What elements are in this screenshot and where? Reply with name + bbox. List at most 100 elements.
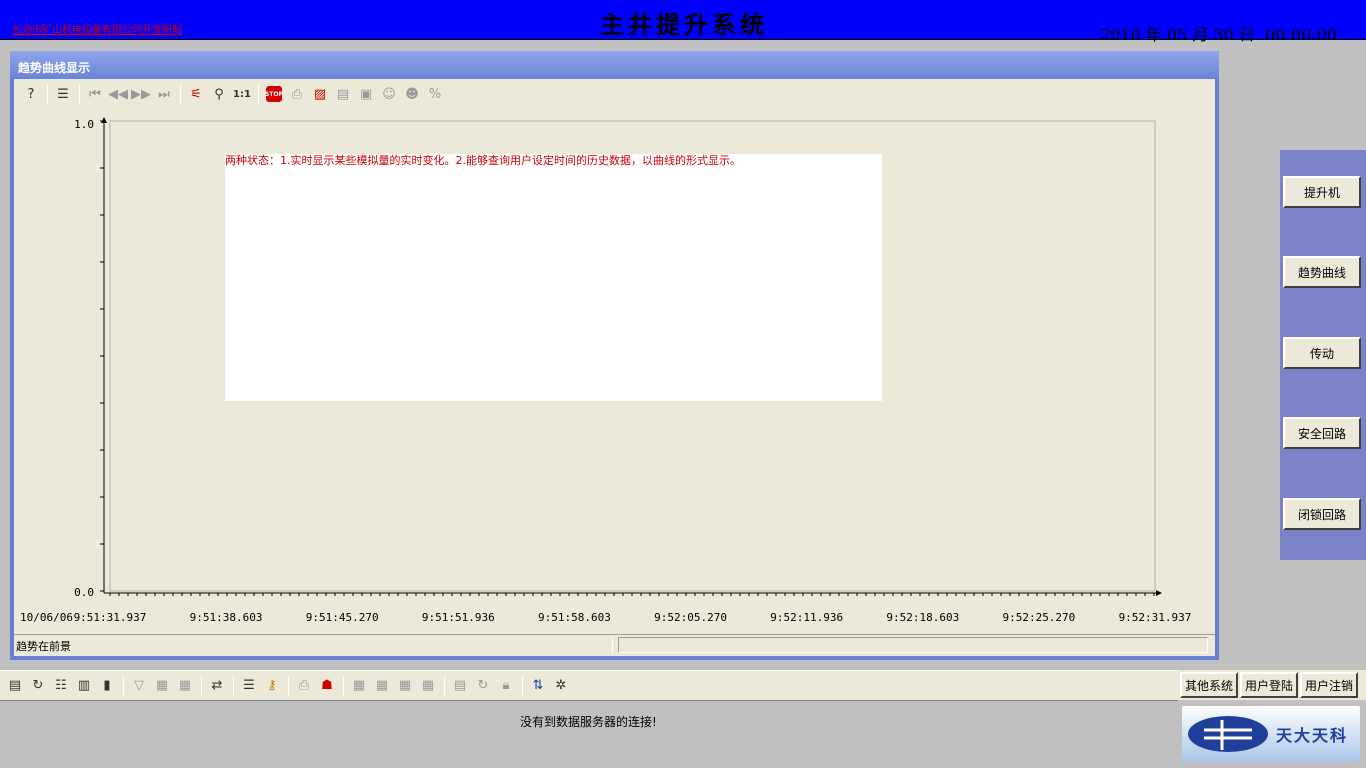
logout-button[interactable]: 用户注销 [1300, 672, 1358, 698]
x-tick-label: 9:51:58.603 [538, 611, 611, 624]
exchange-icon[interactable]: ⇄ [206, 675, 228, 697]
nav-panel: 提升机 趋势曲线 传动 安全回路 闭锁回路 [1280, 150, 1366, 560]
y-axis-arrow [101, 117, 107, 123]
toolbar-separator [123, 675, 124, 696]
magnifier-icon[interactable]: ⚲ [208, 83, 230, 105]
status-divider [612, 637, 613, 653]
copy-icon[interactable]: ▤ [332, 83, 354, 105]
tool-icon[interactable]: ✲ [550, 675, 572, 697]
toolbar-separator [180, 84, 181, 104]
toolbar-separator [233, 675, 234, 696]
last-icon[interactable]: ⏭ [153, 83, 175, 105]
stop-sign: STOP [265, 86, 283, 102]
nav-button-trend[interactable]: 趋势曲线 [1283, 256, 1361, 288]
system-buttons: 其他系统 用户登陆 用户注销 [1178, 670, 1366, 700]
key-icon[interactable]: ⚷ [261, 675, 283, 697]
filter-icon[interactable]: ▽ [128, 675, 150, 697]
trend-toolbar: ? ☰ ⏮ ◀◀ ▶▶ ⏭ ⚟ ⚲ 1:1 STOP ⎙ ▨ ▤ ▣ ☺ ☻ % [14, 79, 1215, 109]
alarm-icon[interactable]: ☗ [316, 675, 338, 697]
x-tick-label: 9:51:31.937 [74, 611, 147, 624]
toolbar-separator [79, 84, 80, 104]
x-tick-label: 9:52:05.270 [654, 611, 727, 624]
x-date-label: 10/06/06 [20, 611, 73, 624]
grid2-icon[interactable]: ▦ [371, 675, 393, 697]
filter3-icon[interactable]: ▦ [174, 675, 196, 697]
toolbar-separator [201, 675, 202, 696]
reload-icon[interactable]: ↻ [472, 675, 494, 697]
page-icon[interactable]: ▤ [4, 675, 26, 697]
datetime-display: 2010 年 05 月 30 日 00:00:00 [1100, 25, 1337, 44]
x-tick-label: 9:52:25.270 [1002, 611, 1075, 624]
x-tick-label: 9:51:51.936 [422, 611, 495, 624]
x-tick-label: 9:51:45.270 [306, 611, 379, 624]
filter2-icon[interactable]: ▦ [151, 675, 173, 697]
logo-area: 天大天科 [1178, 700, 1366, 768]
x-tick-label: 9:52:18.603 [886, 611, 959, 624]
annotation-box [225, 154, 882, 401]
percent-icon[interactable]: % [424, 83, 446, 105]
x-tick-labels: 9:51:31.937 9:51:38.603 9:51:45.270 9:51:51… [74, 611, 1192, 624]
grid4-icon[interactable]: ▦ [417, 675, 439, 697]
other-systems-button[interactable]: 其他系统 [1180, 672, 1238, 698]
nav-button-hoist[interactable]: 提升机 [1283, 176, 1361, 208]
trend-window-body: ? ☰ ⏮ ◀◀ ▶▶ ⏭ ⚟ ⚲ 1:1 STOP ⎙ ▨ ▤ ▣ ☺ ☻ % [14, 79, 1215, 656]
zoom-tool-icon[interactable]: ⚟ [185, 83, 207, 105]
status-bar: 趋势在前景 [14, 634, 1215, 654]
status-text: 趋势在前景 [16, 640, 71, 653]
nav-button-safety-loop[interactable]: 安全回路 [1283, 417, 1361, 449]
chart-icon[interactable]: ▨ [309, 83, 331, 105]
next-icon[interactable]: ▶▶ [130, 83, 152, 105]
prev-icon[interactable]: ◀◀ [107, 83, 129, 105]
login-button[interactable]: 用户登陆 [1240, 672, 1298, 698]
one-to-one-icon[interactable]: 1:1 [231, 83, 253, 105]
logo-emblem-icon [1188, 716, 1268, 752]
print-icon[interactable]: ⎙ [286, 83, 308, 105]
x-tick-label: 9:52:11.936 [770, 611, 843, 624]
tree-icon[interactable]: ☷ [50, 675, 72, 697]
printer-icon[interactable]: ⎙ [293, 675, 315, 697]
grid3-icon[interactable]: ▦ [394, 675, 416, 697]
help-icon[interactable]: ? [20, 83, 42, 105]
trend-chart: 1.0 0.0 10/06/06 9:51:31.937 9:51:38.603 9… [20, 117, 1192, 624]
nav-button-lock-loop[interactable]: 闭锁回路 [1283, 498, 1361, 530]
bottom-toolbar: ▤ ↻ ☷ ▥ ▮ ▽ ▦ ▦ ⇄ ☰ ⚷ ⎙ ☗ ▦ ▦ ▦ ▦ ▤ ↻ 🔒︎… [0, 670, 1178, 700]
message-area: 没有到数据服务器的连接! [0, 700, 1178, 768]
user2-icon[interactable]: ☻ [401, 83, 423, 105]
checklist-icon[interactable]: ☰ [238, 675, 260, 697]
logo-text: 天大天科 [1276, 726, 1349, 745]
y-tick-label-bottom: 0.0 [74, 586, 94, 599]
company-logo: 天大天科 [1182, 706, 1360, 762]
save-icon[interactable]: ▣ [355, 83, 377, 105]
notebook-icon[interactable]: ▥ [73, 675, 95, 697]
grid1-icon[interactable]: ▦ [348, 675, 370, 697]
toolbar-separator [522, 675, 523, 696]
y-minor-ticks [100, 120, 104, 592]
refresh-icon[interactable]: ↻ [27, 675, 49, 697]
connection-message: 没有到数据服务器的连接! [520, 715, 657, 729]
x-axis-arrow [1156, 590, 1162, 596]
annotation-text: 两种状态：1.实时显示某些模拟量的实时变化。2.能够查询用户设定时间的历史数据，… [225, 153, 741, 167]
stop-icon[interactable]: STOP [263, 83, 285, 105]
trend-window-title: 趋势曲线显示 [10, 51, 1219, 79]
company-link[interactable]: 长治市矿山机电设备有限公司开发研制 [12, 21, 182, 36]
trend-window: 趋势曲线显示 ? ☰ ⏮ ◀◀ ▶▶ ⏭ ⚟ ⚲ 1:1 STOP ⎙ ▨ ▤ … [10, 51, 1219, 660]
user-icon[interactable]: ☺ [378, 83, 400, 105]
toolbar-separator [343, 675, 344, 696]
toolbar-separator [288, 675, 289, 696]
bar-chart-icon[interactable]: ▮ [96, 675, 118, 697]
nav-button-drive[interactable]: 传动 [1283, 337, 1361, 369]
list-icon[interactable]: ☰ [52, 83, 74, 105]
y-tick-label-top: 1.0 [74, 118, 94, 131]
x-tick-label: 9:52:31.937 [1119, 611, 1192, 624]
header-bar: 长治市矿山机电设备有限公司开发研制 主井提升系统 2010 年 05 月 30 … [0, 0, 1366, 44]
toolbar-separator [444, 675, 445, 696]
system-title: 主井提升系统 [600, 10, 768, 39]
sort-icon[interactable]: ⇅ [527, 675, 549, 697]
status-panel [618, 637, 1208, 653]
first-icon[interactable]: ⏮ [84, 83, 106, 105]
toolbar-separator [47, 84, 48, 104]
x-tick-label: 9:51:38.603 [190, 611, 263, 624]
toolbar-separator [258, 84, 259, 104]
lock-icon[interactable]: 🔒︎ [495, 675, 517, 697]
calc-icon[interactable]: ▤ [449, 675, 471, 697]
